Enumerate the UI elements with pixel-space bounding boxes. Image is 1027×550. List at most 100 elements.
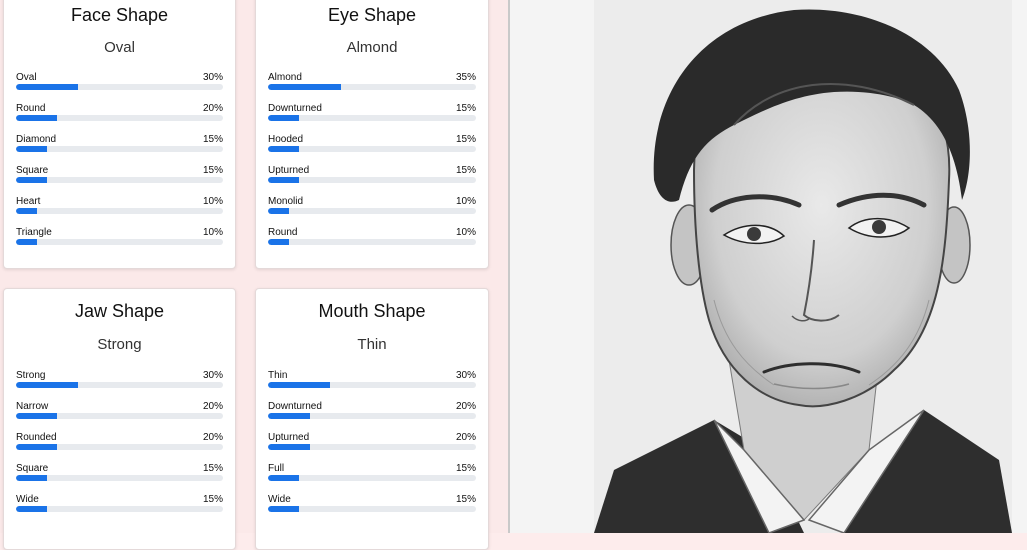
row-percentage: 15% — [455, 494, 476, 505]
progress-track — [16, 506, 223, 512]
row-percentage: 35% — [455, 72, 476, 83]
card-title: Mouth Shape — [318, 301, 426, 321]
row-label: Triangle — [16, 227, 52, 238]
progress-track — [16, 208, 223, 214]
progress-track — [268, 382, 476, 388]
probability-row: Square 15% — [16, 165, 223, 196]
probability-row: Downturned 15% — [268, 103, 476, 134]
row-percentage: 10% — [202, 196, 223, 207]
probability-row: Round 20% — [16, 103, 223, 134]
probability-row: Heart 10% — [16, 196, 223, 227]
row-percentage: 15% — [455, 134, 476, 145]
probability-row: Oval 30% — [16, 72, 223, 103]
portrait-sketch-drawing — [594, 0, 1012, 533]
row-percentage: 30% — [202, 72, 223, 83]
row-label: Wide — [16, 494, 39, 505]
row-percentage: 15% — [202, 494, 223, 505]
row-label: Downturned — [268, 103, 322, 114]
probability-row: Wide 15% — [268, 494, 476, 525]
row-percentage: 20% — [202, 103, 223, 114]
probability-row: Triangle 10% — [16, 227, 223, 258]
progress-track — [16, 239, 223, 245]
card-title: Eye Shape — [327, 5, 417, 25]
portrait-sketch-image — [594, 0, 1012, 533]
row-label: Square — [16, 463, 49, 474]
probability-row: Rounded 20% — [16, 432, 223, 463]
progress-track — [268, 115, 476, 121]
row-label: Round — [16, 103, 46, 114]
probability-row: Almond 35% — [268, 72, 476, 103]
progress-track — [268, 506, 476, 512]
card-title: Face Shape — [70, 5, 169, 25]
face-shape-card: Face Shape Oval Oval 30% Round 20% Diamo… — [3, 0, 236, 269]
probability-row: Hooded 15% — [268, 134, 476, 165]
progress-fill — [16, 208, 37, 214]
progress-track — [268, 444, 476, 450]
card-title: Jaw Shape — [74, 301, 165, 321]
progress-fill — [16, 413, 58, 419]
row-percentage: 15% — [202, 463, 223, 474]
progress-track — [268, 475, 476, 481]
row-label: Diamond — [16, 134, 57, 145]
card-result-value: Thin — [357, 336, 387, 353]
progress-track — [268, 239, 476, 245]
probability-list: Thin 30% Downturned 20% Upturned 20% Ful… — [268, 370, 476, 525]
row-percentage: 10% — [202, 227, 223, 238]
probability-list: Oval 30% Round 20% Diamond 15% Square 15… — [16, 72, 223, 258]
row-percentage: 15% — [455, 103, 476, 114]
eye-shape-card: Eye Shape Almond Almond 35% Downturned 1… — [255, 0, 489, 269]
progress-track — [268, 84, 476, 90]
probability-row: Diamond 15% — [16, 134, 223, 165]
row-label: Wide — [268, 494, 291, 505]
progress-fill — [268, 177, 300, 183]
image-pane — [510, 0, 1027, 533]
row-percentage: 20% — [202, 401, 223, 412]
progress-track — [268, 208, 476, 214]
progress-fill — [268, 84, 341, 90]
progress-track — [268, 146, 476, 152]
progress-track — [16, 84, 223, 90]
probability-row: Round 10% — [268, 227, 476, 258]
row-percentage: 15% — [202, 134, 223, 145]
row-label: Round — [268, 227, 298, 238]
row-label: Heart — [16, 196, 41, 207]
probability-row: Upturned 20% — [268, 432, 476, 463]
progress-fill — [16, 239, 37, 245]
row-percentage: 10% — [455, 227, 476, 238]
progress-track — [16, 115, 223, 121]
probability-row: Downturned 20% — [268, 401, 476, 432]
probability-row: Full 15% — [268, 463, 476, 494]
row-label: Upturned — [268, 165, 310, 176]
row-percentage: 30% — [202, 370, 223, 381]
card-result-value: Oval — [104, 39, 135, 56]
row-percentage: 10% — [455, 196, 476, 207]
progress-fill — [268, 208, 289, 214]
progress-track — [16, 413, 223, 419]
progress-fill — [268, 115, 300, 121]
progress-fill — [268, 413, 310, 419]
probability-row: Strong 30% — [16, 370, 223, 401]
probability-row: Wide 15% — [16, 494, 223, 525]
row-percentage: 20% — [455, 432, 476, 443]
progress-fill — [268, 146, 300, 152]
mouth-shape-card: Mouth Shape Thin Thin 30% Downturned 20%… — [255, 288, 489, 550]
row-label: Downturned — [268, 401, 322, 412]
progress-fill — [16, 115, 58, 121]
card-result-value: Almond — [346, 39, 398, 56]
progress-track — [16, 177, 223, 183]
probability-list: Strong 30% Narrow 20% Rounded 20% Square… — [16, 370, 223, 525]
probability-row: Square 15% — [16, 463, 223, 494]
progress-fill — [268, 506, 300, 512]
probability-row: Upturned 15% — [268, 165, 476, 196]
progress-fill — [268, 475, 300, 481]
row-label: Oval — [16, 72, 37, 83]
progress-track — [16, 444, 223, 450]
results-panel: Face Shape Oval Oval 30% Round 20% Diamo… — [0, 0, 508, 550]
row-label: Narrow — [16, 401, 49, 412]
progress-fill — [16, 177, 48, 183]
progress-track — [16, 146, 223, 152]
progress-fill — [16, 382, 79, 388]
row-percentage: 20% — [202, 432, 223, 443]
progress-fill — [268, 239, 289, 245]
progress-fill — [16, 84, 79, 90]
